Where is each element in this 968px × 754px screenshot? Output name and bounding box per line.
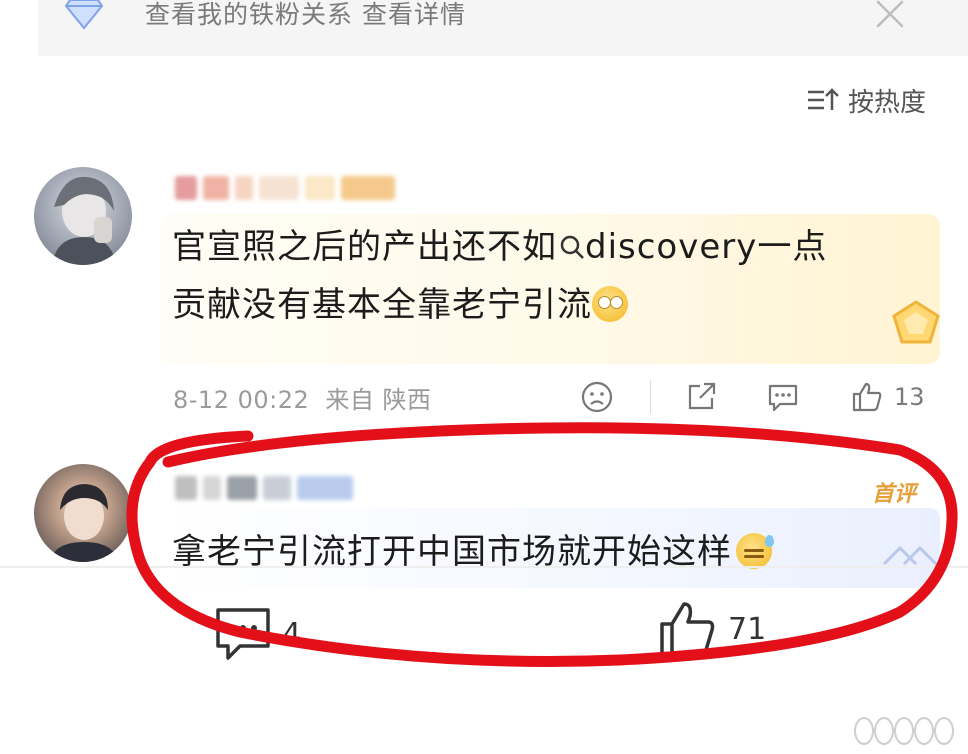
reaction-emoji-icon[interactable] [580, 380, 614, 414]
action-divider [650, 380, 651, 414]
avatar-image [50, 484, 118, 562]
sort-icon [808, 88, 839, 110]
banner-text[interactable]: 查看我的铁粉关系 查看详情 [145, 0, 466, 30]
comment-icon[interactable] [766, 380, 800, 414]
sort-label: 按热度 [848, 87, 927, 118]
search-link[interactable]: discovery [585, 227, 757, 267]
username-blurred[interactable] [175, 176, 395, 204]
like-count: 13 [894, 383, 925, 411]
section-divider [0, 566, 968, 568]
sort-toggle[interactable]: 按热度 [806, 82, 926, 118]
comment-text-line-1: 官宣照之后的产出还不如 discovery一点 [172, 218, 827, 276]
comment-text-line-2: 贡献没有基本全靠老宁引流 [172, 276, 628, 334]
like-button[interactable]: 13 [850, 380, 925, 414]
like-button[interactable]: 71 [656, 598, 766, 660]
first-comment-badge: 首评 [872, 482, 917, 507]
comment-text-part: 贡献没有基本全靠老宁引流 [172, 285, 592, 325]
comment-text-part: 官宣照之后的产出还不如 [172, 227, 557, 267]
avatar-image [52, 176, 116, 265]
share-icon[interactable] [684, 380, 718, 414]
username-blurred[interactable] [175, 476, 353, 504]
watermark-logo [854, 717, 954, 745]
thumbs-up-icon [660, 602, 715, 658]
sweat-emoji-icon [736, 533, 774, 569]
close-icon[interactable] [874, 0, 906, 30]
thumbs-up-icon [852, 382, 882, 412]
search-icon [560, 235, 584, 259]
comment-time: 8-12 00:22 [173, 386, 310, 414]
reply-count: 4 [282, 616, 302, 652]
comment-meta: 8-12 00:22 来自 陕西 [173, 380, 432, 415]
decor-wave-icon [882, 545, 938, 566]
comment-icon [216, 608, 270, 660]
reply-button[interactable]: 4 [214, 604, 301, 664]
fan-badge-icon [892, 300, 940, 344]
eye-roll-emoji-icon [592, 286, 628, 322]
avatar[interactable] [34, 167, 132, 265]
like-count: 71 [728, 611, 767, 647]
comment-text-part: 一点 [757, 227, 828, 267]
comment-location: 来自 陕西 [325, 386, 432, 414]
diamond-badge-icon [64, 0, 104, 30]
avatar[interactable] [34, 464, 132, 562]
